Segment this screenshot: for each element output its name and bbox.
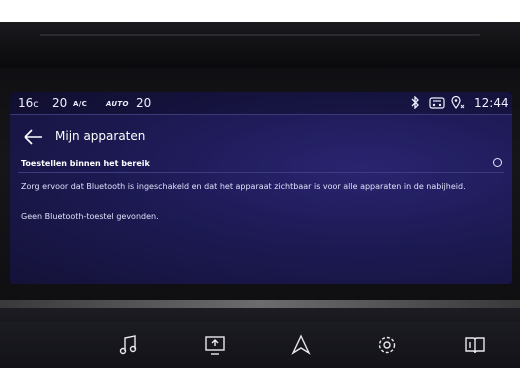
temp-right[interactable]: 20 [136, 96, 151, 110]
infotainment-screen: 16c 20 A/C AUTO 20 12:44 Mijn apparaten … [10, 92, 512, 284]
status-divider [10, 114, 512, 115]
clock: 12:44 [474, 96, 509, 110]
music-button[interactable] [86, 322, 173, 368]
status-bar: 16c 20 A/C AUTO 20 12:44 [10, 92, 512, 114]
navigation-button[interactable] [258, 322, 345, 368]
vent-trim [39, 34, 481, 36]
back-button[interactable] [22, 128, 44, 146]
air-vent [0, 22, 520, 68]
page-title: Mijn apparaten [55, 129, 146, 143]
bluetooth-info-text: Zorg ervoor dat Bluetooth is ingeschakel… [21, 182, 466, 191]
temp-left[interactable]: 16c [18, 96, 39, 110]
temp-center[interactable]: 20 [52, 96, 67, 110]
bluetooth-icon [410, 95, 420, 112]
scan-indicator[interactable] [493, 158, 502, 167]
manual-icon [465, 337, 485, 354]
section-label: Toestellen binnen het bereik [21, 159, 150, 168]
settings-button[interactable] [344, 322, 431, 368]
phone-mirror-icon [205, 336, 225, 355]
no-devices-text: Geen Bluetooth-toestel gevonden. [21, 212, 159, 221]
auto-button[interactable]: AUTO [106, 100, 129, 108]
connected-car-icon [429, 96, 445, 112]
manual-button[interactable] [430, 322, 520, 368]
ac-button[interactable]: A/C [73, 100, 87, 108]
location-icon [451, 95, 465, 112]
chrome-trim [0, 300, 520, 308]
music-icon [119, 335, 137, 355]
devices-in-range-row[interactable]: Toestellen binnen het bereik [18, 154, 504, 173]
back-arrow-icon [24, 129, 42, 145]
phone-mirror-button[interactable] [172, 322, 259, 368]
navigation-icon [291, 334, 311, 355]
settings-icon [378, 336, 396, 354]
shortcut-blank-button[interactable] [0, 322, 87, 368]
